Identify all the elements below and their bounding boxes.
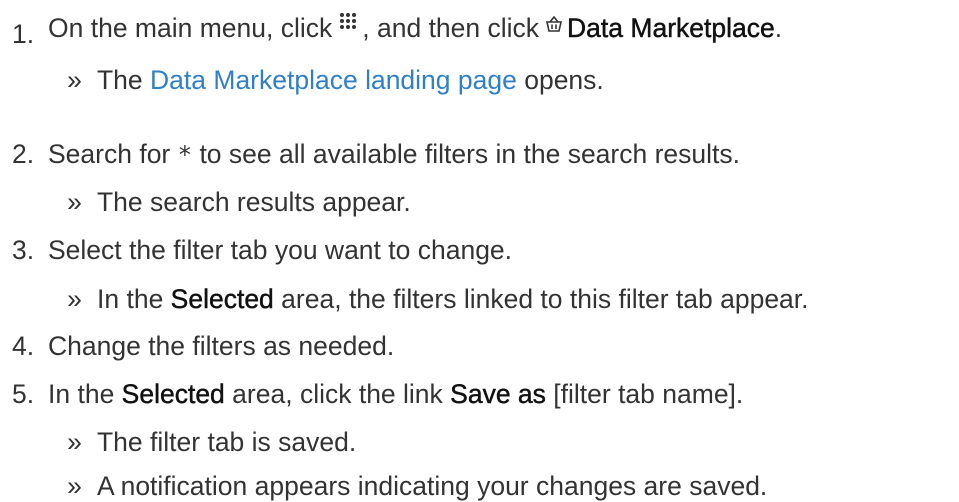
result-marker: » — [67, 471, 82, 501]
result-text: opens. — [516, 65, 604, 95]
step-5: 5. In the Selected area, click the link S… — [12, 378, 743, 410]
step-2-result: » The search results appear. — [52, 186, 411, 218]
data-marketplace-label: Data Marketplace — [567, 13, 775, 43]
step-2: 2. Search for * to see all available filt… — [12, 138, 740, 171]
save-as-label: Save as — [450, 379, 546, 409]
selected-area-label: Selected — [121, 379, 225, 409]
result-text: area, the filters linked to this filter … — [273, 284, 809, 314]
step-5-result: » The filter tab is saved. — [52, 426, 356, 458]
step-1: 1. On the main menu, click , and then clic… — [12, 12, 783, 49]
result-text: The filter tab is saved. — [97, 427, 357, 457]
step-text: . — [774, 13, 783, 43]
step-text: , and then click — [362, 13, 540, 43]
step-3: 3. Select the filter tab you want to chan… — [12, 234, 512, 266]
step-text: Change the filters as needed. — [48, 331, 395, 361]
basket-icon — [539, 14, 567, 46]
step-5-result: » A notification appears indicating your … — [52, 470, 767, 502]
result-text: A notification appears indicating your c… — [97, 471, 768, 501]
step-text: [filter tab name]. — [545, 379, 744, 409]
result-marker: » — [67, 65, 82, 95]
step-number: 3. — [12, 235, 35, 265]
wildcard-code: * — [177, 141, 193, 169]
procedure-steps: 1. On the main menu, click , and then clic… — [0, 0, 959, 502]
step-text: On the main menu, click — [48, 13, 333, 43]
step-3-result: » In the Selected area, the filters linke… — [52, 283, 809, 315]
step-number: 2. — [12, 139, 35, 169]
step-text: area, click the link — [224, 379, 451, 409]
result-marker: » — [67, 427, 82, 457]
step-number: 4. — [12, 331, 35, 361]
apps-grid-icon — [332, 13, 362, 46]
result-text: The — [97, 65, 151, 95]
step-text: Select the filter tab you want to change… — [48, 235, 513, 265]
step-text: to see all available filters in the sear… — [192, 139, 741, 169]
result-text: In the — [97, 284, 171, 314]
step-text: In the — [48, 379, 122, 409]
result-marker: » — [67, 284, 82, 314]
result-marker: » — [67, 187, 82, 217]
step-number: 5. — [12, 379, 35, 409]
selected-area-label: Selected — [170, 284, 274, 314]
data-marketplace-landing-page-link[interactable]: Data Marketplace landing page — [150, 65, 517, 95]
result-text: The search results appear. — [97, 187, 411, 217]
step-1-result: » The Data Marketplace landing page opens… — [52, 64, 604, 96]
step-4: 4. Change the filters as needed. — [12, 330, 394, 362]
step-number: 1. — [12, 19, 35, 49]
step-text: Search for — [48, 139, 178, 169]
